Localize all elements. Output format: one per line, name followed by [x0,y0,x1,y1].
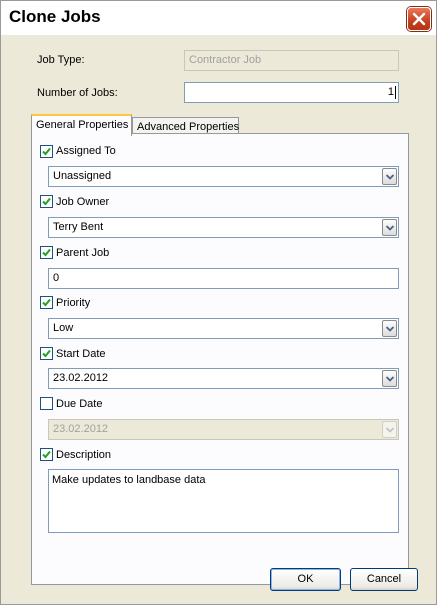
assigned-to-value: Unassigned [53,170,112,182]
title-bar: Clone Jobs [1,1,436,35]
chevron-down-icon [386,225,394,231]
assigned-to-dropdown[interactable]: Unassigned [48,166,399,187]
parent-job-input[interactable]: 0 [48,268,399,289]
text-caret [395,85,396,99]
due-date-picker: 23.02.2012 [48,419,399,440]
cancel-button[interactable]: Cancel [350,568,418,591]
chevron-down-icon [386,427,394,433]
description-label: Description [56,449,112,461]
priority-dropdown[interactable]: Low [48,318,399,339]
close-button[interactable] [407,7,431,31]
parent-job-checkbox[interactable] [40,246,53,259]
start-date-label: Start Date [56,348,106,360]
dropdown-button[interactable] [382,320,397,337]
ok-button[interactable]: OK [270,568,341,591]
job-owner-value: Terry Bent [53,221,104,233]
check-icon [42,450,51,459]
dropdown-button[interactable] [382,168,397,185]
job-owner-dropdown[interactable]: Terry Bent [48,217,399,238]
due-date-checkbox[interactable] [40,397,53,410]
number-of-jobs-label: Number of Jobs: [37,87,118,99]
chevron-down-icon [386,376,394,382]
job-type-label: Job Type: [37,54,85,66]
check-icon [42,349,51,358]
chevron-down-icon [386,326,394,332]
job-type-field: Contractor Job [184,50,399,71]
close-icon [412,12,426,26]
description-checkbox[interactable] [40,448,53,461]
due-date-label: Due Date [56,398,103,410]
priority-checkbox[interactable] [40,296,53,309]
window-title: Clone Jobs [9,7,101,26]
chevron-down-icon [386,174,394,180]
assigned-to-label: Assigned To [56,145,116,157]
description-textarea[interactable]: Make updates to landbase data [48,469,399,533]
number-of-jobs-value: 1 [387,86,394,98]
check-icon [42,248,51,257]
assigned-to-checkbox[interactable] [40,145,53,158]
dropdown-button[interactable] [382,219,397,236]
parent-job-label: Parent Job [56,247,110,259]
check-icon [42,298,51,307]
job-owner-label: Job Owner [56,196,110,208]
priority-label: Priority [56,297,91,309]
dropdown-button[interactable] [382,370,397,387]
check-icon [42,147,51,156]
dropdown-button [382,421,397,438]
clone-jobs-dialog: Clone Jobs Job Type: Contractor Job Numb… [0,0,437,605]
due-date-value: 23.02.2012 [53,423,109,435]
start-date-picker[interactable]: 23.02.2012 [48,368,399,389]
dialog-body: Job Type: Contractor Job Number of Jobs:… [1,35,436,604]
start-date-checkbox[interactable] [40,347,53,360]
tab-general-properties[interactable]: General Properties [31,114,132,136]
start-date-value: 23.02.2012 [53,372,109,384]
job-owner-checkbox[interactable] [40,195,53,208]
priority-value: Low [53,322,74,334]
check-icon [42,197,51,206]
number-of-jobs-input[interactable]: 1 [184,82,399,103]
